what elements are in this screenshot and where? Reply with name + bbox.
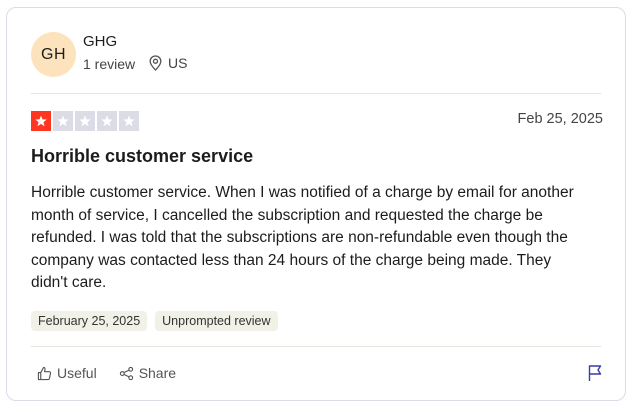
star-icon — [79, 115, 91, 127]
useful-label: Useful — [57, 365, 97, 381]
review-actions: Useful Share — [37, 365, 176, 381]
star-filled — [31, 111, 51, 131]
review-title[interactable]: Horrible customer service — [31, 146, 253, 167]
share-button[interactable]: Share — [119, 365, 176, 381]
avatar[interactable]: GH — [31, 32, 76, 77]
tag-experience-date: February 25, 2025 — [31, 311, 148, 331]
divider — [31, 93, 601, 94]
report-button[interactable] — [587, 364, 603, 387]
review-date: Feb 25, 2025 — [517, 111, 603, 127]
thumbs-up-icon — [37, 366, 52, 380]
tag-unprompted[interactable]: Unprompted review — [155, 311, 278, 331]
avatar-initials: GH — [41, 45, 66, 63]
divider — [31, 346, 601, 347]
flag-icon — [588, 365, 602, 381]
country-label: US — [168, 55, 188, 71]
share-label: Share — [138, 365, 177, 381]
reviewer-location: US — [149, 55, 187, 71]
review-tags: February 25, 2025 Unprompted review — [31, 311, 278, 331]
star-icon — [57, 115, 69, 127]
star-icon — [35, 115, 47, 127]
reviewer-name[interactable]: GHG — [83, 33, 117, 50]
share-icon — [119, 366, 133, 380]
review-count: 1 review — [83, 56, 136, 72]
star-empty — [53, 111, 73, 131]
star-empty — [75, 111, 95, 131]
review-card: GH GHG 1 review US Feb 25, 2025 Horrible… — [6, 7, 626, 401]
location-pin-icon — [149, 55, 162, 71]
star-rating — [31, 111, 139, 131]
star-icon — [123, 115, 135, 127]
star-empty — [119, 111, 139, 131]
star-icon — [101, 115, 113, 127]
review-body: Horrible customer service. When I was no… — [31, 184, 574, 291]
useful-button[interactable]: Useful — [37, 365, 97, 381]
star-empty — [97, 111, 117, 131]
